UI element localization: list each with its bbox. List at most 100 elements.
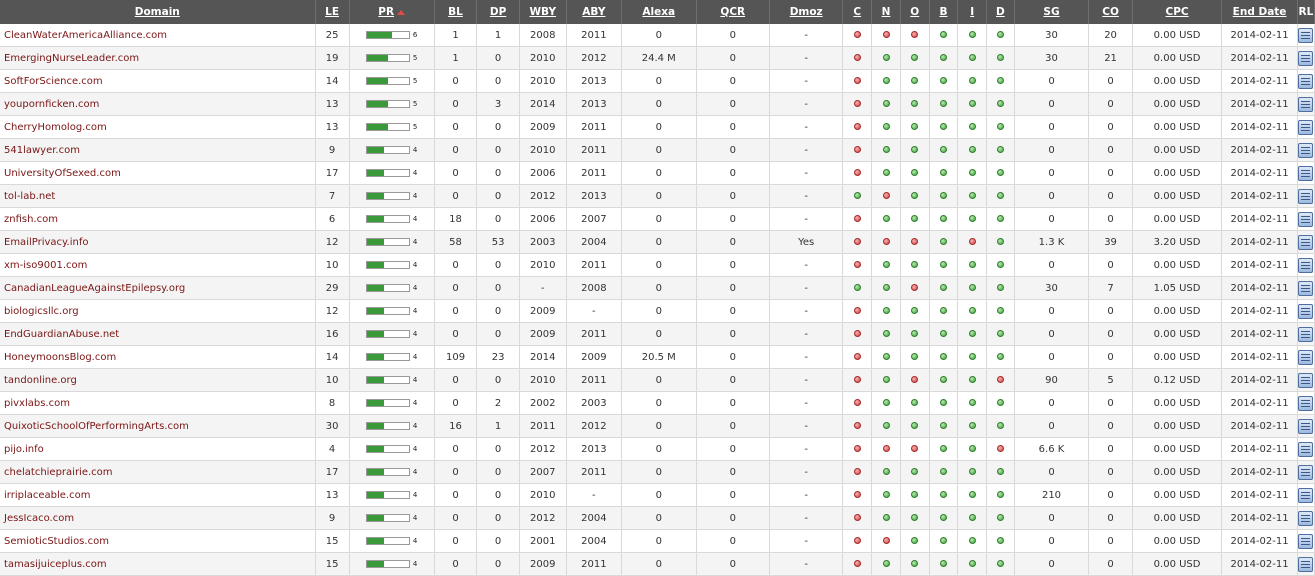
domain-link[interactable]: biologicsllc.org: [4, 306, 79, 317]
col-header-qcr[interactable]: QCR: [696, 0, 770, 24]
col-header-b[interactable]: B: [929, 0, 959, 24]
report-link-icon[interactable]: [1298, 165, 1314, 181]
domain-link[interactable]: UniversityOfSexed.com: [4, 168, 121, 179]
col-header-co[interactable]: CO: [1088, 0, 1133, 24]
le-cell: 13: [315, 483, 350, 507]
report-link-icon[interactable]: [1298, 73, 1314, 89]
report-link-icon[interactable]: [1298, 349, 1314, 365]
i-status-cell: [957, 230, 988, 254]
pagerank-value: 5: [412, 76, 418, 85]
domain-link[interactable]: chelatchieprairie.com: [4, 467, 113, 478]
dmoz-cell: -: [769, 460, 844, 484]
report-link-icon[interactable]: [1298, 556, 1314, 572]
col-header-dp[interactable]: DP: [476, 0, 520, 24]
domain-link[interactable]: xm-iso9001.com: [4, 260, 87, 271]
col-header-aby[interactable]: ABY: [566, 0, 623, 24]
domain-link[interactable]: youpornficken.com: [4, 99, 99, 110]
col-header-wby[interactable]: WBY: [519, 0, 567, 24]
d-status-cell: [986, 46, 1015, 70]
c-status-cell: [842, 207, 873, 231]
domain-cell: HoneymoonsBlog.com: [0, 345, 316, 369]
domain-link[interactable]: SemioticStudios.com: [4, 536, 109, 547]
domain-link[interactable]: EmailPrivacy.info: [4, 237, 88, 248]
report-link-icon[interactable]: [1298, 27, 1314, 43]
report-link-icon[interactable]: [1298, 510, 1314, 526]
col-header-i[interactable]: I: [957, 0, 988, 24]
report-link-icon[interactable]: [1298, 119, 1314, 135]
domain-link[interactable]: irriplaceable.com: [4, 490, 90, 501]
domain-link[interactable]: EndGuardianAbuse.net: [4, 329, 119, 340]
domain-link[interactable]: tamasijuiceplus.com: [4, 559, 107, 570]
domain-link[interactable]: QuixoticSchoolOfPerformingArts.com: [4, 421, 189, 432]
col-header-alexa[interactable]: Alexa: [621, 0, 697, 24]
report-link-icon[interactable]: [1298, 303, 1314, 319]
sg-cell: 0: [1014, 69, 1090, 93]
report-link-icon[interactable]: [1298, 50, 1314, 66]
cpc-cell: 0.00 USD: [1132, 322, 1223, 346]
rl-cell: [1297, 253, 1315, 277]
domain-link[interactable]: 541lawyer.com: [4, 145, 80, 156]
report-link-icon[interactable]: [1298, 441, 1314, 457]
report-link-icon[interactable]: [1298, 96, 1314, 112]
col-header-end-date[interactable]: End Date: [1221, 0, 1298, 24]
green-status-dot-icon: [882, 54, 890, 61]
col-header-domain[interactable]: Domain: [0, 0, 316, 24]
pagerank-value: 5: [412, 53, 418, 62]
domain-link[interactable]: tandonline.org: [4, 375, 77, 386]
domain-link[interactable]: pijo.info: [4, 444, 44, 455]
report-link-icon[interactable]: [1298, 395, 1314, 411]
domain-link[interactable]: EmergingNurseLeader.com: [4, 53, 139, 64]
alexa-cell: 0: [621, 69, 697, 93]
report-link-icon[interactable]: [1298, 211, 1314, 227]
report-link-icon[interactable]: [1298, 372, 1314, 388]
report-link-icon[interactable]: [1298, 326, 1314, 342]
qcr-cell: 0: [696, 161, 770, 185]
col-header-o[interactable]: O: [900, 0, 930, 24]
col-header-cpc[interactable]: CPC: [1132, 0, 1223, 24]
pr-cell: 4: [349, 552, 435, 576]
domain-link[interactable]: JessIcaco.com: [4, 513, 74, 524]
col-header-sg[interactable]: SG: [1014, 0, 1090, 24]
report-link-icon[interactable]: [1298, 234, 1314, 250]
col-header-bl[interactable]: BL: [434, 0, 478, 24]
col-header-n[interactable]: N: [871, 0, 901, 24]
b-status-cell: [929, 322, 959, 346]
report-link-icon[interactable]: [1298, 533, 1314, 549]
col-header-dmoz[interactable]: Dmoz: [769, 0, 844, 24]
col-header-le[interactable]: LE: [315, 0, 350, 24]
report-link-icon[interactable]: [1298, 418, 1314, 434]
b-status-cell: [929, 24, 959, 47]
le-cell: 15: [315, 529, 350, 553]
report-link-icon[interactable]: [1298, 280, 1314, 296]
bl-cell: 0: [434, 138, 478, 162]
green-status-dot-icon: [996, 491, 1004, 498]
green-status-dot-icon: [939, 560, 947, 567]
green-status-dot-icon: [911, 215, 919, 222]
domain-link[interactable]: tol-lab.net: [4, 191, 55, 202]
col-header-pr[interactable]: PR: [349, 0, 435, 24]
domain-link[interactable]: SoftForScience.com: [4, 76, 103, 87]
dmoz-cell: -: [769, 552, 844, 576]
pagerank-value: 4: [412, 237, 418, 246]
col-header-d[interactable]: D: [986, 0, 1015, 24]
report-link-icon[interactable]: [1298, 188, 1314, 204]
domain-link[interactable]: pivxlabs.com: [4, 398, 70, 409]
report-link-icon[interactable]: [1298, 464, 1314, 480]
qcr-cell: 0: [696, 138, 770, 162]
o-status-cell: [900, 230, 930, 254]
report-link-icon[interactable]: [1298, 487, 1314, 503]
pagerank-bar: [365, 168, 410, 177]
col-header-c[interactable]: C: [842, 0, 873, 24]
domain-link[interactable]: CleanWaterAmericaAlliance.com: [4, 30, 167, 41]
green-status-dot-icon: [939, 123, 947, 130]
pagerank-bar-fill: [366, 123, 388, 130]
domain-link[interactable]: znfish.com: [4, 214, 58, 225]
domain-link[interactable]: CanadianLeagueAgainstEpilepsy.org: [4, 283, 185, 294]
domain-link[interactable]: CherryHomolog.com: [4, 122, 107, 133]
report-link-icon[interactable]: [1298, 142, 1314, 158]
green-status-dot-icon: [911, 192, 919, 199]
d-status-cell: [986, 207, 1015, 231]
report-link-icon[interactable]: [1298, 257, 1314, 273]
domain-link[interactable]: HoneymoonsBlog.com: [4, 352, 116, 363]
alexa-cell: 0: [621, 552, 697, 576]
